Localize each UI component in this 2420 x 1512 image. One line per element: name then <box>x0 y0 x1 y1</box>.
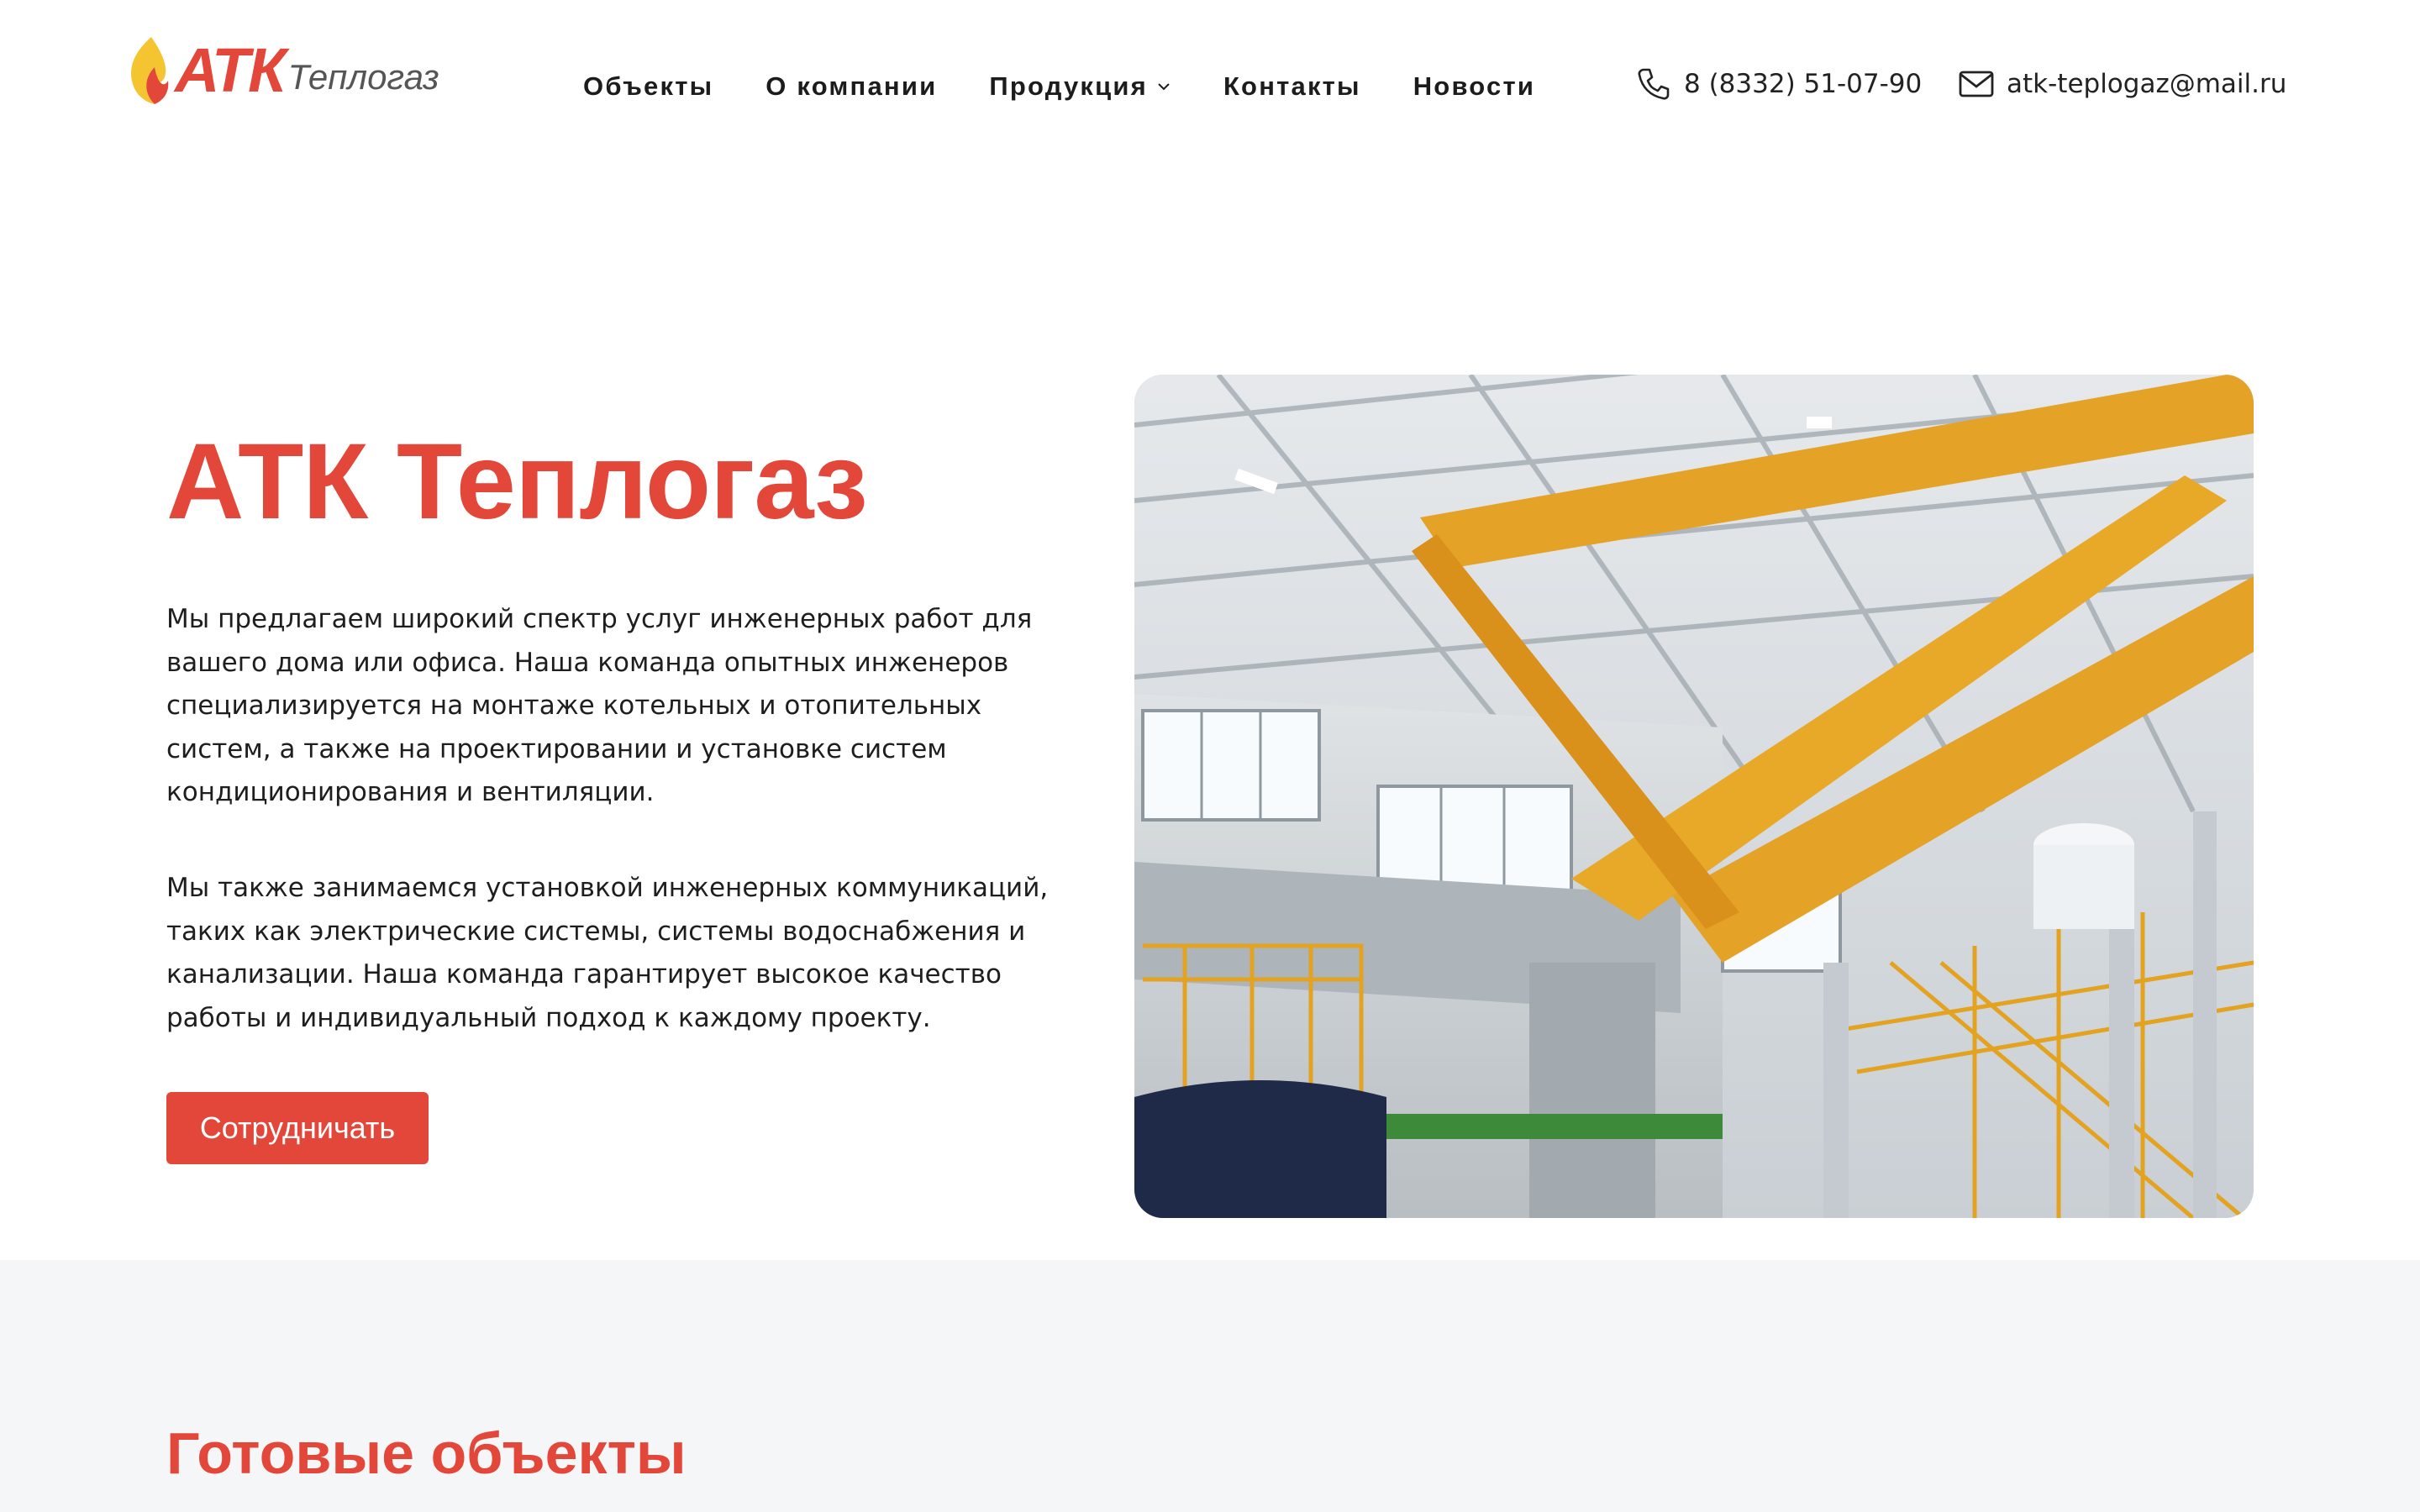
industrial-hall-illustration <box>1134 375 2254 1218</box>
main-nav: Объекты О компании Продукция Контакты Но… <box>583 67 1587 106</box>
logo[interactable]: АТК Теплогаз <box>126 32 462 108</box>
chevron-down-icon <box>1158 83 1170 91</box>
hero-paragraph-1: Мы предлагаем широкий спектр услуг инжен… <box>166 604 1033 807</box>
page: АТК Теплогаз Объекты О компании Продукци… <box>0 0 2420 1512</box>
phone-icon <box>1638 68 1670 100</box>
site-header: АТК Теплогаз Объекты О компании Продукци… <box>0 0 2420 176</box>
nav-item-news[interactable]: Новости <box>1413 71 1535 102</box>
nav-item-products-label: Продукция <box>989 71 1148 101</box>
phone-number: 8 (8332) 51-07-90 <box>1684 69 1923 99</box>
phone-link[interactable]: 8 (8332) 51-07-90 <box>1635 66 1922 102</box>
mail-icon <box>1959 71 1994 97</box>
email-address: atk-teplogaz@mail.ru <box>2007 69 2287 99</box>
objects-section: Готовые объекты <box>0 1260 2420 1512</box>
nav-item-contacts[interactable]: Контакты <box>1223 71 1361 102</box>
hero-title: АТК Теплогаз <box>166 422 868 542</box>
nav-item-objects[interactable]: Объекты <box>583 71 713 102</box>
cooperate-button[interactable]: Сотрудничать <box>166 1092 429 1164</box>
email-link[interactable]: atk-teplogaz@mail.ru <box>1958 66 2286 102</box>
hero-paragraph-2: Мы также занимаемся установкой инженерны… <box>166 873 1049 1033</box>
nav-item-products[interactable]: Продукция <box>989 71 1171 102</box>
logo-sub-text: Теплогаз <box>287 57 439 97</box>
logo-main-text: АТК <box>175 34 287 105</box>
hero-image <box>1134 375 2254 1218</box>
flame-logo-icon <box>131 37 169 104</box>
objects-section-title: Готовые объекты <box>166 1420 687 1486</box>
nav-item-about[interactable]: О компании <box>765 71 937 102</box>
